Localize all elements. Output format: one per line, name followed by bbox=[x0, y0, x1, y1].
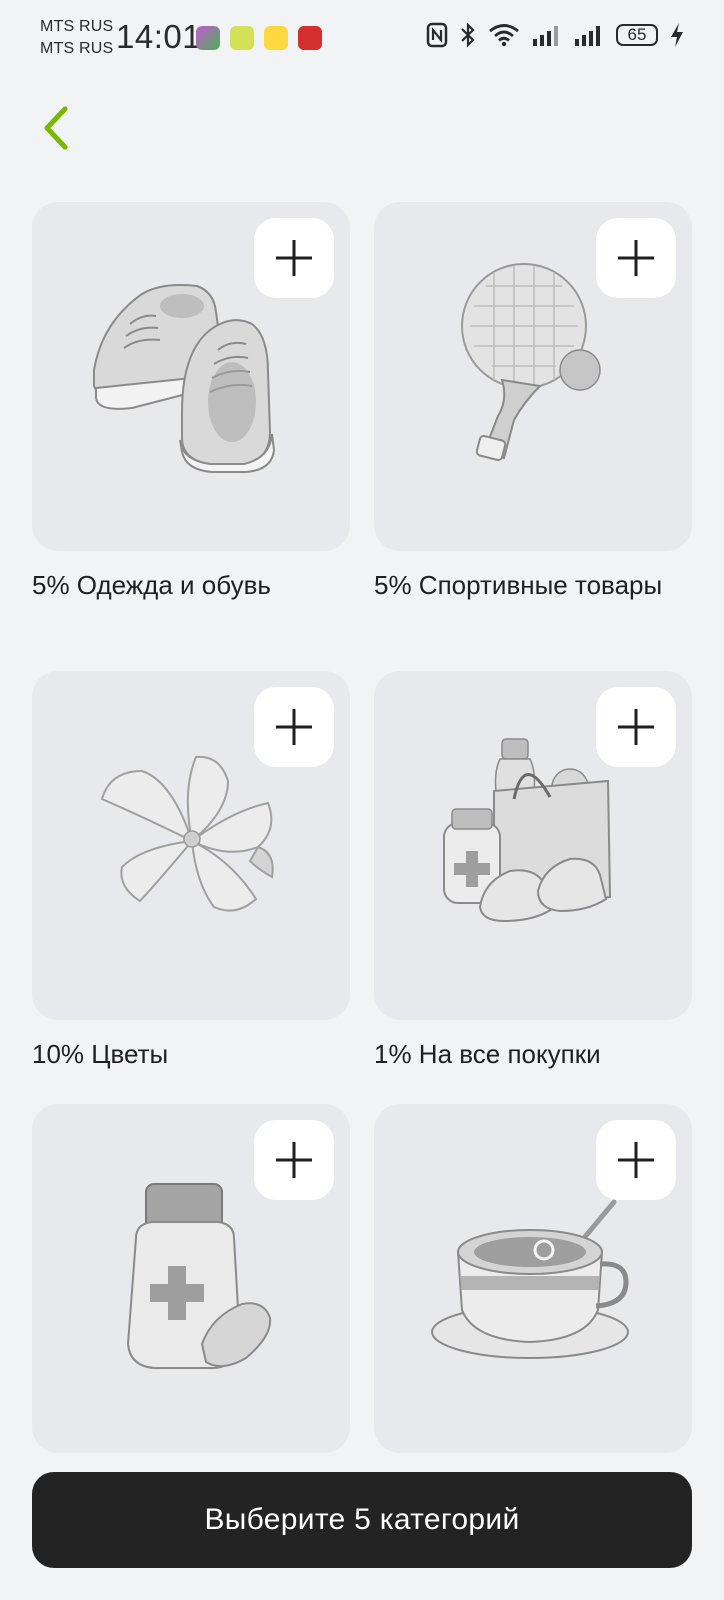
add-category-button[interactable] bbox=[254, 687, 334, 767]
add-category-button[interactable] bbox=[596, 218, 676, 298]
chevron-left-icon bbox=[44, 106, 68, 150]
signal-icon bbox=[575, 26, 600, 46]
app-notification-icon bbox=[298, 26, 322, 50]
system-icons: 65 bbox=[426, 22, 684, 48]
plus-icon bbox=[618, 240, 654, 276]
signal-icon bbox=[533, 26, 558, 46]
status-bar: MTS RUS MTS RUS 14:01 65 bbox=[0, 0, 724, 78]
category-card[interactable] bbox=[374, 1104, 692, 1453]
add-category-button[interactable] bbox=[254, 1120, 334, 1200]
plus-icon bbox=[618, 709, 654, 745]
clock: 14:01 bbox=[116, 18, 202, 55]
nfc-icon bbox=[426, 22, 448, 48]
carrier-2: MTS RUS bbox=[40, 40, 114, 57]
plus-icon bbox=[276, 1142, 312, 1178]
choose-categories-label: Выберите 5 категорий bbox=[204, 1503, 520, 1536]
category-label: 1% На все покупки bbox=[374, 1039, 601, 1069]
plus-icon bbox=[276, 709, 312, 745]
carrier-labels: MTS RUS MTS RUS bbox=[40, 16, 113, 60]
category-card[interactable] bbox=[32, 202, 350, 551]
category-card[interactable] bbox=[374, 671, 692, 1020]
app-notification-icon bbox=[196, 26, 220, 50]
plus-icon bbox=[618, 1142, 654, 1178]
notification-icons bbox=[196, 26, 322, 50]
app-notification-icon bbox=[230, 26, 254, 50]
wifi-icon bbox=[489, 24, 519, 47]
plus-icon bbox=[276, 240, 312, 276]
add-category-button[interactable] bbox=[254, 218, 334, 298]
charging-icon bbox=[671, 23, 683, 47]
add-category-button[interactable] bbox=[596, 1120, 676, 1200]
choose-categories-button[interactable]: Выберите 5 категорий bbox=[32, 1472, 692, 1568]
category-card[interactable] bbox=[32, 1104, 350, 1453]
bluetooth-icon bbox=[461, 22, 475, 48]
battery-level: 65 bbox=[627, 25, 647, 44]
back-button[interactable] bbox=[34, 100, 78, 156]
category-card[interactable] bbox=[32, 671, 350, 1020]
battery-icon: 65 bbox=[616, 24, 658, 46]
carrier-1: MTS RUS bbox=[40, 18, 114, 35]
category-card[interactable] bbox=[374, 202, 692, 551]
category-label: 10% Цветы bbox=[32, 1039, 169, 1069]
add-category-button[interactable] bbox=[596, 687, 676, 767]
category-label: 5% Спортивные товары bbox=[374, 570, 663, 600]
app-notification-icon bbox=[264, 26, 288, 50]
category-label: 5% Одежда и обувь bbox=[32, 570, 271, 600]
